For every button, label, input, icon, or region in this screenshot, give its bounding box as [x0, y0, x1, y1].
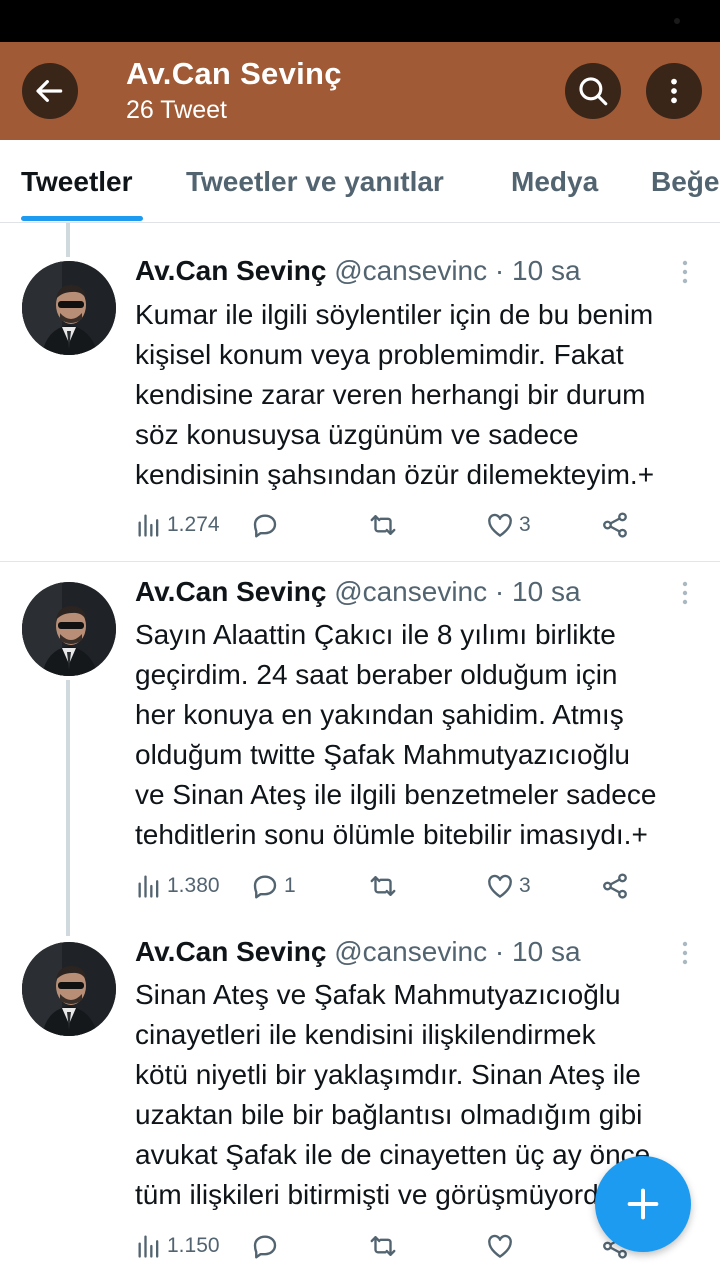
tweet[interactable]: Av.Can Sevinç @cansevinc · 10 sa Kumar i…	[0, 223, 720, 562]
like-count: 3	[519, 874, 531, 897]
profile-tabs: Tweetler Tweetler ve yanıtlar Medya Beğe…	[0, 140, 720, 223]
heart-icon	[488, 874, 512, 898]
avatar[interactable]	[22, 582, 116, 676]
views-button[interactable]: 1.150	[135, 1226, 220, 1266]
tab-likes[interactable]: Beğeniler	[651, 166, 720, 198]
camera-dot-icon	[674, 18, 680, 24]
author-handle[interactable]: @cansevinc	[334, 936, 487, 967]
like-button[interactable]	[485, 1226, 519, 1266]
compose-tweet-button[interactable]	[595, 1156, 691, 1252]
retweet-button[interactable]	[367, 866, 403, 906]
meta-separator: ·	[487, 255, 513, 286]
search-icon	[579, 77, 608, 106]
avatar-image	[22, 942, 116, 1036]
back-button[interactable]	[22, 63, 78, 119]
retweet-button[interactable]	[367, 1226, 403, 1266]
arrow-left-icon	[36, 80, 63, 102]
tweet[interactable]: Av.Can Sevinç @cansevinc · 10 sa Sayın A…	[0, 562, 720, 922]
author-name[interactable]: Av.Can Sevinç	[135, 576, 326, 607]
tweet-more-button[interactable]	[675, 259, 695, 290]
tab-media[interactable]: Medya	[511, 166, 598, 198]
tweet-header: Av.Can Sevinç @cansevinc · 10 sa	[135, 576, 581, 608]
heart-icon	[488, 1234, 512, 1258]
search-button[interactable]	[565, 63, 621, 119]
reply-count: 1	[284, 874, 296, 897]
tweet-header: Av.Can Sevinç @cansevinc · 10 sa	[135, 936, 581, 968]
views-button[interactable]: 1.380	[135, 866, 220, 906]
more-vertical-icon	[671, 78, 677, 104]
reply-icon	[253, 514, 277, 538]
tweet-time: 10 sa	[512, 576, 581, 607]
share-button[interactable]	[600, 866, 630, 906]
reply-icon	[253, 875, 277, 899]
meta-separator: ·	[487, 936, 513, 967]
status-bar	[0, 0, 720, 42]
meta-separator: ·	[487, 576, 513, 607]
tweet-text: Sayın Alaattin Çakıcı ile 8 yılımı birli…	[135, 619, 657, 850]
like-button[interactable]: 3	[485, 866, 531, 906]
profile-title-block: Av.Can Sevinç 26 Tweet	[126, 56, 342, 125]
tweet-text: Kumar ile ilgili söylentiler için de bu …	[135, 299, 655, 490]
views-count: 1.380	[167, 874, 220, 897]
active-tab-indicator	[21, 216, 143, 221]
tab-tweets-replies[interactable]: Tweetler ve yanıtlar	[186, 166, 444, 198]
author-name[interactable]: Av.Can Sevinç	[135, 255, 326, 286]
analytics-icon	[138, 875, 159, 898]
retweet-icon	[370, 1236, 396, 1256]
analytics-icon	[138, 1235, 159, 1258]
more-vertical-icon	[682, 941, 688, 965]
views-count: 1.274	[167, 513, 220, 536]
views-button[interactable]: 1.274	[135, 505, 220, 545]
more-options-button[interactable]	[646, 63, 702, 119]
profile-header: Av.Can Sevinç 26 Tweet	[0, 42, 720, 140]
author-handle[interactable]: @cansevinc	[334, 255, 487, 286]
reply-button[interactable]: 1	[250, 866, 296, 906]
views-count: 1.150	[167, 1234, 220, 1257]
share-icon	[603, 512, 627, 538]
reply-button[interactable]	[250, 1226, 284, 1266]
like-button[interactable]: 3	[485, 505, 531, 545]
avatar[interactable]	[22, 942, 116, 1036]
retweet-icon	[370, 515, 396, 535]
avatar[interactable]	[22, 261, 116, 355]
retweet-icon	[370, 876, 396, 896]
avatar-image	[22, 261, 116, 355]
like-count: 3	[519, 513, 531, 536]
tweet-count: 26 Tweet	[126, 96, 228, 124]
analytics-icon	[138, 514, 159, 537]
author-handle[interactable]: @cansevinc	[334, 576, 487, 607]
more-vertical-icon	[682, 581, 688, 605]
more-vertical-icon	[682, 260, 688, 284]
plus-icon	[627, 1188, 659, 1220]
tweet-time: 10 sa	[512, 936, 581, 967]
tab-tweets[interactable]: Tweetler	[21, 166, 133, 198]
tweet-more-button[interactable]	[675, 940, 695, 971]
tweet-more-button[interactable]	[675, 580, 695, 611]
tweet-time: 10 sa	[512, 255, 581, 286]
share-icon	[603, 873, 627, 899]
reply-icon	[253, 1235, 277, 1259]
share-button[interactable]	[600, 505, 630, 545]
profile-name: Av.Can Sevinç	[126, 56, 342, 91]
tweet-header: Av.Can Sevinç @cansevinc · 10 sa	[135, 255, 581, 287]
reply-button[interactable]	[250, 505, 284, 545]
heart-icon	[488, 513, 512, 537]
retweet-button[interactable]	[367, 505, 403, 545]
author-name[interactable]: Av.Can Sevinç	[135, 936, 326, 967]
avatar-image	[22, 582, 116, 676]
